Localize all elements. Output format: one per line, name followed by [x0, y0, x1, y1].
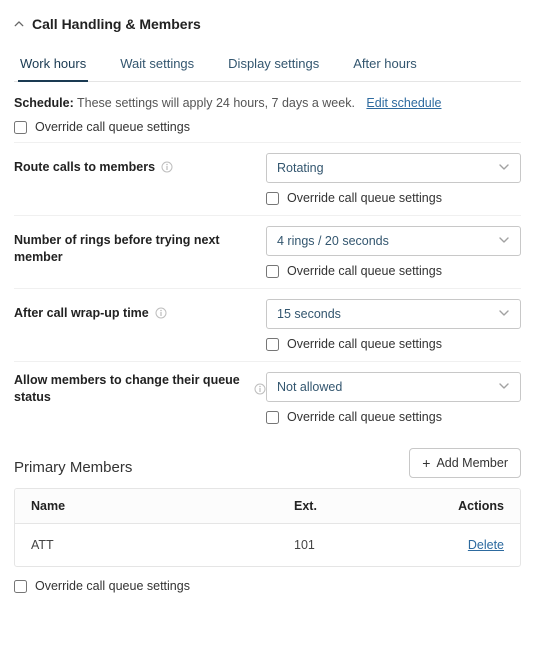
- tabs: Work hours Wait settings Display setting…: [14, 44, 521, 82]
- add-member-label: Add Member: [436, 456, 508, 470]
- chevron-down-icon: [498, 161, 510, 176]
- rings-override-checkbox-label: Override call queue settings: [287, 264, 442, 278]
- allow-change-override-checkbox-label: Override call queue settings: [287, 410, 442, 424]
- route-override-checkbox-input[interactable]: [266, 192, 279, 205]
- tab-content: Schedule: These settings will apply 24 h…: [14, 82, 521, 643]
- tab-work-hours[interactable]: Work hours: [20, 48, 86, 81]
- col-ext: Ext.: [294, 499, 414, 513]
- route-override-checkbox[interactable]: Override call queue settings: [266, 191, 521, 205]
- wrapup-value: 15 seconds: [277, 307, 341, 321]
- chevron-up-icon[interactable]: [14, 19, 24, 29]
- panel-title: Call Handling & Members: [32, 16, 201, 32]
- panel-header: Call Handling & Members: [14, 14, 521, 42]
- tab-display-settings[interactable]: Display settings: [228, 48, 319, 81]
- allow-change-override-checkbox[interactable]: Override call queue settings: [266, 410, 521, 424]
- wrapup-override-checkbox[interactable]: Override call queue settings: [266, 337, 521, 351]
- override-checkbox-bottom[interactable]: Override call queue settings: [14, 567, 521, 595]
- table-header: Name Ext. Actions: [15, 489, 520, 524]
- override-checkbox-top-input[interactable]: [14, 121, 27, 134]
- col-actions: Actions: [414, 499, 504, 513]
- rings-override-checkbox[interactable]: Override call queue settings: [266, 264, 521, 278]
- member-ext: 101: [294, 538, 414, 552]
- setting-route-calls: Route calls to members Rotating Override…: [14, 143, 521, 216]
- route-calls-select[interactable]: Rotating: [266, 153, 521, 183]
- setting-allow-change: Allow members to change their queue stat…: [14, 362, 521, 434]
- route-override-checkbox-label: Override call queue settings: [287, 191, 442, 205]
- call-handling-panel: Call Handling & Members Work hours Wait …: [0, 0, 535, 657]
- override-checkbox-top-label: Override call queue settings: [35, 120, 190, 134]
- info-icon[interactable]: [161, 161, 173, 173]
- allow-change-value: Not allowed: [277, 380, 342, 394]
- chevron-down-icon: [498, 234, 510, 249]
- allow-change-override-checkbox-input[interactable]: [266, 411, 279, 424]
- add-member-button[interactable]: + Add Member: [409, 448, 521, 478]
- info-icon[interactable]: [254, 383, 266, 395]
- members-table: Name Ext. Actions ATT 101 Delete: [14, 488, 521, 567]
- wrapup-select[interactable]: 15 seconds: [266, 299, 521, 329]
- schedule-label: Schedule:: [14, 96, 74, 110]
- setting-wrapup-time: After call wrap-up time 15 seconds Overr…: [14, 289, 521, 362]
- override-checkbox-bottom-label: Override call queue settings: [35, 579, 190, 593]
- tab-after-hours[interactable]: After hours: [353, 48, 417, 81]
- setting-route-calls-label: Route calls to members: [14, 153, 266, 176]
- setting-wrapup-label: After call wrap-up time: [14, 299, 266, 322]
- info-icon[interactable]: [155, 307, 167, 319]
- wrapup-override-checkbox-input[interactable]: [266, 338, 279, 351]
- rings-select[interactable]: 4 rings / 20 seconds: [266, 226, 521, 256]
- override-checkbox-top[interactable]: Override call queue settings: [14, 118, 521, 136]
- schedule-text: These settings will apply 24 hours, 7 da…: [77, 96, 355, 110]
- wrapup-override-checkbox-label: Override call queue settings: [287, 337, 442, 351]
- allow-change-select[interactable]: Not allowed: [266, 372, 521, 402]
- rings-value: 4 rings / 20 seconds: [277, 234, 389, 248]
- edit-schedule-link[interactable]: Edit schedule: [366, 96, 441, 110]
- delete-link[interactable]: Delete: [468, 538, 504, 552]
- table-row: ATT 101 Delete: [15, 524, 520, 566]
- setting-rings-label: Number of rings before trying next membe…: [14, 226, 266, 266]
- chevron-down-icon: [498, 307, 510, 322]
- tab-wait-settings[interactable]: Wait settings: [120, 48, 194, 81]
- col-name: Name: [31, 499, 294, 513]
- override-checkbox-bottom-input[interactable]: [14, 580, 27, 593]
- member-name: ATT: [31, 538, 294, 552]
- members-section-header: Primary Members + Add Member: [14, 434, 521, 488]
- setting-number-of-rings: Number of rings before trying next membe…: [14, 216, 521, 289]
- route-calls-value: Rotating: [277, 161, 324, 175]
- schedule-info: Schedule: These settings will apply 24 h…: [14, 82, 521, 118]
- setting-allow-change-label: Allow members to change their queue stat…: [14, 372, 266, 406]
- chevron-down-icon: [498, 380, 510, 395]
- plus-icon: +: [422, 456, 430, 470]
- rings-override-checkbox-input[interactable]: [266, 265, 279, 278]
- members-section-title: Primary Members: [14, 459, 132, 476]
